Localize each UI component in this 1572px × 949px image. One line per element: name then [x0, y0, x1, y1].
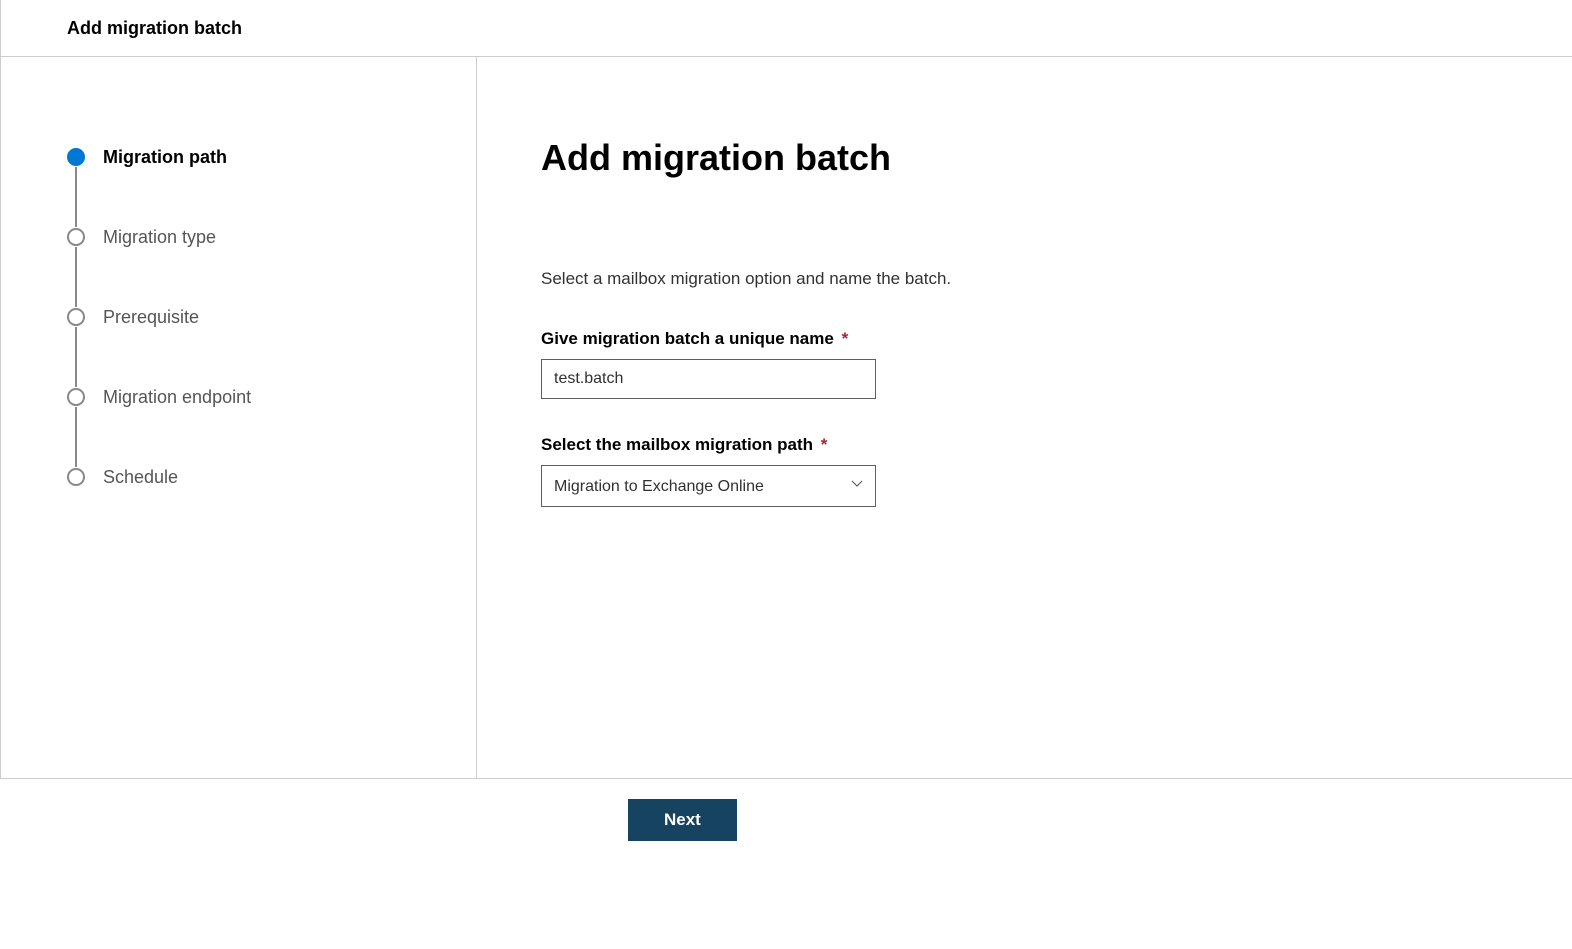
wizard-header: Add migration batch: [0, 0, 1572, 57]
step-migration-type[interactable]: Migration type: [67, 197, 476, 277]
step-label: Schedule: [103, 467, 178, 488]
step-connector-line: [75, 407, 77, 467]
step-connector-line: [75, 167, 77, 227]
step-label: Migration endpoint: [103, 387, 251, 408]
wizard-sidebar: Migration path Migration type Prerequisi…: [0, 57, 477, 778]
required-asterisk: *: [821, 435, 828, 454]
wizard-header-title: Add migration batch: [67, 18, 242, 39]
wizard-body: Migration path Migration type Prerequisi…: [0, 57, 1572, 778]
wizard-main: Add migration batch Select a mailbox mig…: [477, 57, 1572, 778]
migration-path-label: Select the mailbox migration path *: [541, 435, 1572, 455]
next-button[interactable]: Next: [628, 799, 737, 841]
batch-name-field-group: Give migration batch a unique name *: [541, 329, 1572, 399]
batch-name-input[interactable]: [541, 359, 876, 399]
step-connector-line: [75, 247, 77, 307]
step-label: Prerequisite: [103, 307, 199, 328]
step-connector-line: [75, 327, 77, 387]
step-circle-icon: [67, 228, 85, 246]
migration-path-label-text: Select the mailbox migration path: [541, 435, 813, 454]
step-circle-icon: [67, 308, 85, 326]
migration-path-select[interactable]: Migration to Exchange Online: [541, 465, 876, 507]
step-prerequisite[interactable]: Prerequisite: [67, 277, 476, 357]
step-circle-icon: [67, 148, 85, 166]
step-circle-icon: [67, 468, 85, 486]
step-label: Migration path: [103, 147, 227, 168]
migration-path-field-group: Select the mailbox migration path * Migr…: [541, 435, 1572, 507]
page-title: Add migration batch: [541, 137, 1572, 179]
batch-name-label-text: Give migration batch a unique name: [541, 329, 834, 348]
batch-name-label: Give migration batch a unique name *: [541, 329, 1572, 349]
wizard-footer: Next: [0, 778, 1572, 841]
step-schedule[interactable]: Schedule: [67, 437, 476, 517]
required-asterisk: *: [842, 329, 849, 348]
page-subtitle: Select a mailbox migration option and na…: [541, 269, 1572, 289]
step-migration-endpoint[interactable]: Migration endpoint: [67, 357, 476, 437]
step-circle-icon: [67, 388, 85, 406]
step-migration-path[interactable]: Migration path: [67, 117, 476, 197]
step-label: Migration type: [103, 227, 216, 248]
wizard-steps: Migration path Migration type Prerequisi…: [67, 117, 476, 517]
migration-path-select-wrap: Migration to Exchange Online: [541, 465, 876, 507]
